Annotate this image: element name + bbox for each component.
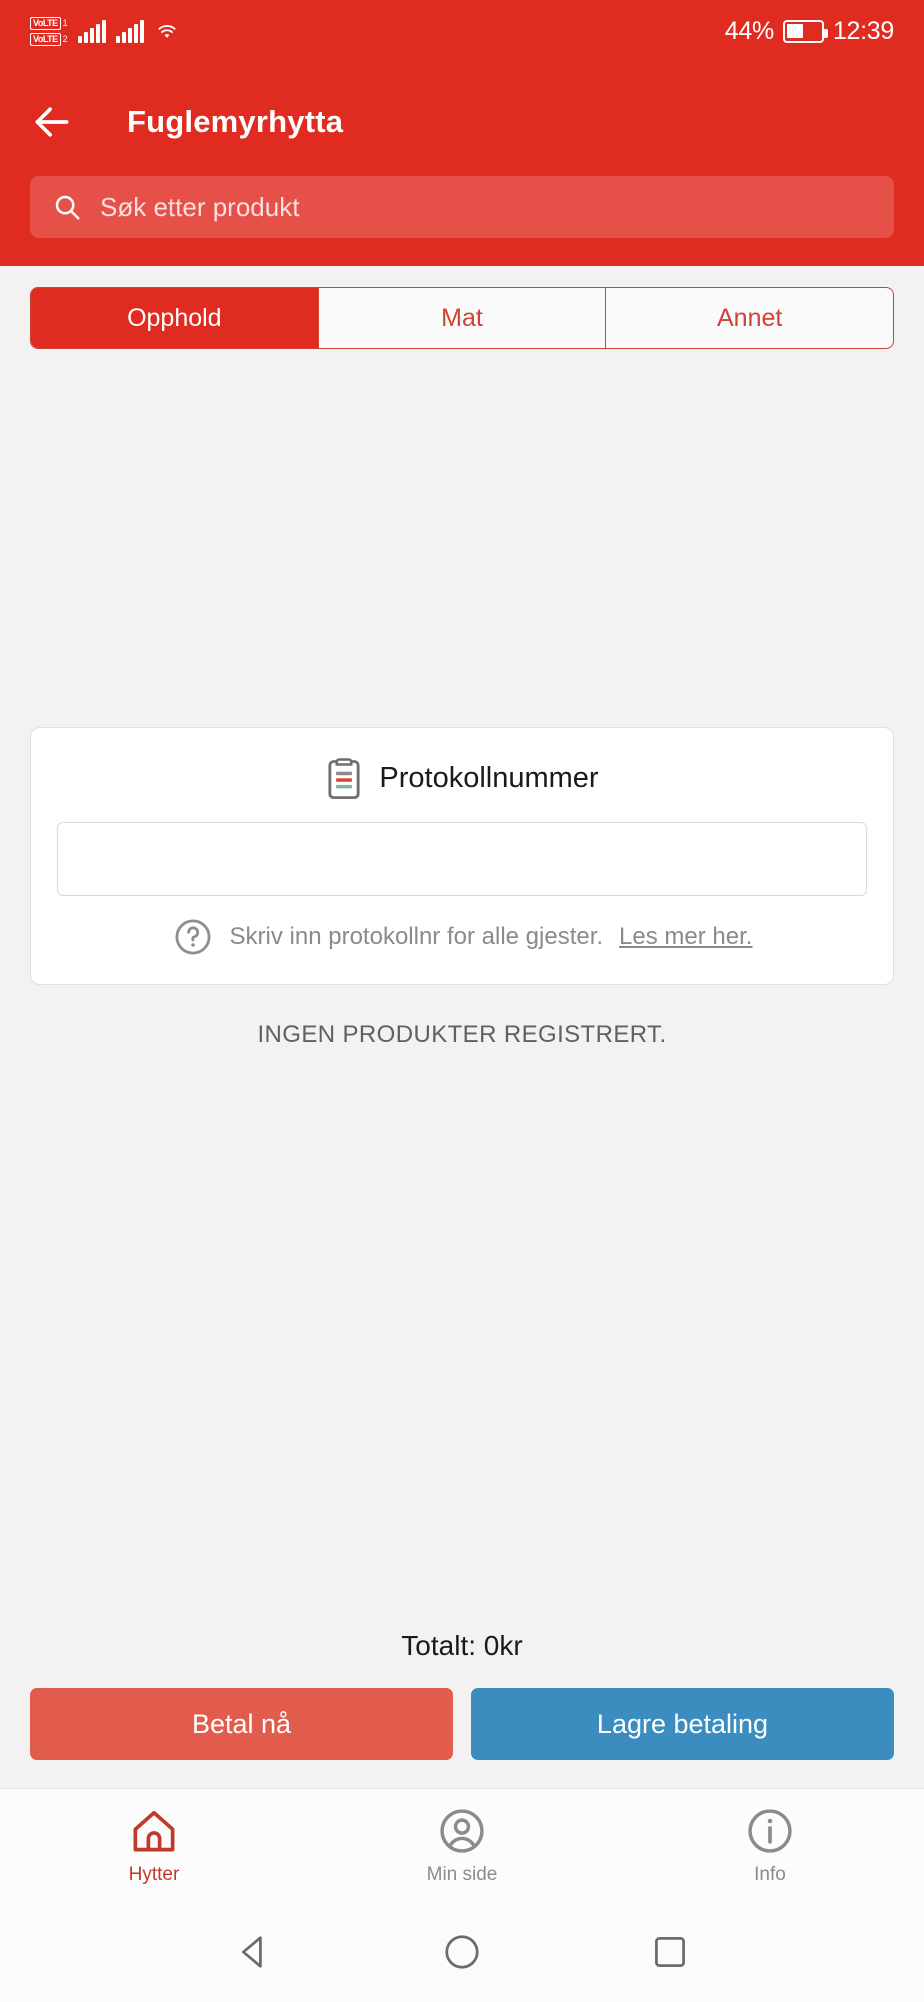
square-recents-icon[interactable] xyxy=(648,1930,692,1974)
protocol-card-title: Protokollnummer xyxy=(379,761,599,794)
category-tabs: Opphold Mat Annet xyxy=(30,287,894,349)
app-screen: VoLTE 1 VoLTE 2 44% 12:39 Fuglemyrhytta … xyxy=(0,0,924,2002)
nav-label-hytter: Hytter xyxy=(128,1864,180,1885)
empty-state-message: INGEN PRODUKTER REGISTRERT. xyxy=(257,1021,667,1048)
protocol-help-text: Skriv inn protokollnr for alle gjester. xyxy=(229,923,604,950)
search-bar[interactable]: Søk etter produkt xyxy=(30,176,894,238)
main-content: Protokollnummer Skriv inn protokollnr fo… xyxy=(0,349,924,1788)
battery-icon xyxy=(782,19,828,43)
volte-icon: VoLTE xyxy=(30,32,61,46)
volte-icon: VoLTE xyxy=(30,16,61,30)
signal-bars-icon xyxy=(77,19,106,43)
bottom-navigation: Hytter Min side Info xyxy=(0,1788,924,1902)
home-icon xyxy=(133,1810,175,1852)
wifi-icon xyxy=(158,25,176,38)
action-buttons: Betal nå Lagre betaling xyxy=(30,1688,894,1760)
tab-annet[interactable]: Annet xyxy=(606,288,893,348)
info-icon xyxy=(748,1809,792,1853)
sim-2-label: 2 xyxy=(62,33,68,44)
volte-indicators: VoLTE 1 VoLTE 2 xyxy=(30,16,68,46)
nav-label-info: Info xyxy=(754,1864,786,1885)
read-more-link[interactable]: Les mer her. xyxy=(619,923,752,951)
total-amount: Totalt: 0kr xyxy=(401,1630,523,1661)
tab-mat[interactable]: Mat xyxy=(319,288,607,348)
status-bar-right: 44% 12:39 xyxy=(724,16,895,46)
app-bar-top-row: Fuglemyrhytta xyxy=(30,86,894,158)
sim-1-label: 1 xyxy=(62,17,68,28)
tab-opphold[interactable]: Opphold xyxy=(31,288,319,348)
system-navigation-bar xyxy=(0,1902,924,2002)
protocol-card-header: Protokollnummer xyxy=(57,756,867,800)
person-icon xyxy=(440,1809,484,1853)
protocol-help-row: Skriv inn protokollnr for alle gjester. … xyxy=(57,916,867,958)
triangle-back-icon[interactable] xyxy=(232,1930,276,1974)
search-icon xyxy=(55,195,80,220)
battery-percent: 44% xyxy=(724,16,774,45)
category-tabs-wrapper: Opphold Mat Annet xyxy=(0,266,924,349)
nav-item-min-side[interactable]: Min side xyxy=(308,1789,616,1902)
clipboard-icon xyxy=(328,758,360,800)
question-mark-icon[interactable] xyxy=(172,916,214,958)
page-title: Fuglemyrhytta xyxy=(127,104,344,139)
status-bar: VoLTE 1 VoLTE 2 44% 12:39 xyxy=(0,0,924,62)
volte-row-sim1: VoLTE 1 xyxy=(30,16,68,30)
signal-bars-icon xyxy=(115,19,144,43)
pay-now-button[interactable]: Betal nå xyxy=(30,1688,453,1760)
protocol-number-card: Protokollnummer Skriv inn protokollnr fo… xyxy=(30,727,894,985)
volte-row-sim2: VoLTE 2 xyxy=(30,32,68,46)
circle-home-icon[interactable] xyxy=(440,1930,484,1974)
clock: 12:39 xyxy=(832,16,894,45)
back-arrow-icon[interactable] xyxy=(30,100,74,144)
protocol-number-input[interactable] xyxy=(57,822,867,896)
nav-label-min-side: Min side xyxy=(426,1864,498,1885)
status-bar-left: VoLTE 1 VoLTE 2 xyxy=(30,16,180,46)
search-placeholder: Søk etter produkt xyxy=(100,191,300,222)
app-bar: Fuglemyrhytta Søk etter produkt xyxy=(0,62,924,266)
save-payment-button[interactable]: Lagre betaling xyxy=(471,1688,894,1760)
nav-item-info[interactable]: Info xyxy=(616,1789,924,1902)
nav-item-hytter[interactable]: Hytter xyxy=(0,1789,308,1902)
